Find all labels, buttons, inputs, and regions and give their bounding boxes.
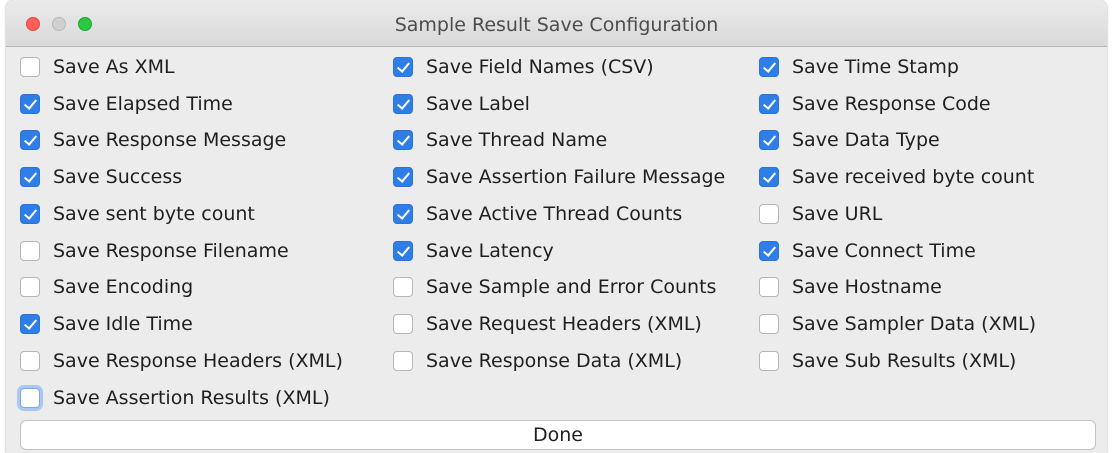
option-label: Save Assertion Failure Message — [426, 166, 726, 188]
option-label: Save Sub Results (XML) — [792, 350, 1017, 372]
checkbox[interactable] — [393, 130, 413, 150]
option-label: Save Label — [426, 93, 530, 115]
option-save-sub-results-xml[interactable]: Save Sub Results (XML) — [759, 346, 1016, 376]
option-label: Save As XML — [53, 56, 175, 78]
option-save-sampler-data-xml[interactable]: Save Sampler Data (XML) — [759, 309, 1036, 339]
option-label: Save Success — [53, 166, 183, 188]
option-save-sample-and-error-counts[interactable]: Save Sample and Error Counts — [393, 272, 716, 302]
option-save-thread-name[interactable]: Save Thread Name — [393, 125, 607, 155]
checkbox[interactable] — [393, 314, 413, 334]
option-label: Save Request Headers (XML) — [426, 313, 702, 335]
checkbox[interactable] — [20, 314, 40, 334]
checkbox[interactable] — [20, 167, 40, 187]
option-label: Save Encoding — [53, 276, 194, 298]
option-label: Save Sample and Error Counts — [426, 276, 717, 298]
checkbox[interactable] — [20, 388, 40, 408]
checkbox[interactable] — [20, 94, 40, 114]
option-save-response-headers-xml[interactable]: Save Response Headers (XML) — [20, 346, 343, 376]
option-label: Save Connect Time — [792, 240, 976, 262]
option-save-active-thread-counts[interactable]: Save Active Thread Counts — [393, 199, 682, 229]
checkbox[interactable] — [393, 57, 413, 77]
option-save-label[interactable]: Save Label — [393, 89, 530, 119]
dialog-window: Sample Result Save Configuration Save As… — [6, 0, 1107, 453]
window-title: Sample Result Save Configuration — [394, 14, 719, 36]
option-save-response-data-xml[interactable]: Save Response Data (XML) — [393, 346, 682, 376]
option-label: Save Assertion Results (XML) — [53, 387, 330, 409]
option-label: Save sent byte count — [53, 203, 255, 225]
option-save-latency[interactable]: Save Latency — [393, 236, 554, 266]
option-label: Save Response Data (XML) — [426, 350, 683, 372]
option-label: Save URL — [792, 203, 883, 225]
option-save-assertion-results-xml[interactable]: Save Assertion Results (XML) — [20, 383, 330, 413]
checkbox[interactable] — [759, 94, 779, 114]
option-save-url[interactable]: Save URL — [759, 199, 882, 229]
option-label: Save received byte count — [792, 166, 1035, 188]
checkbox[interactable] — [759, 204, 779, 224]
checkbox[interactable] — [20, 204, 40, 224]
checkbox[interactable] — [20, 130, 40, 150]
checkbox[interactable] — [393, 351, 413, 371]
option-label: Save Thread Name — [426, 129, 608, 151]
option-save-encoding[interactable]: Save Encoding — [20, 272, 193, 302]
option-save-connect-time[interactable]: Save Connect Time — [759, 236, 976, 266]
option-save-time-stamp[interactable]: Save Time Stamp — [759, 52, 959, 82]
title-bar: Sample Result Save Configuration — [6, 0, 1107, 47]
option-save-as-xml[interactable]: Save As XML — [20, 52, 175, 82]
option-save-data-type[interactable]: Save Data Type — [759, 125, 940, 155]
option-label: Save Elapsed Time — [53, 93, 233, 115]
option-save-response-filename[interactable]: Save Response Filename — [20, 236, 289, 266]
option-label: Save Response Filename — [53, 240, 289, 262]
option-label: Save Sampler Data (XML) — [792, 313, 1036, 335]
checkbox[interactable] — [759, 57, 779, 77]
option-save-assertion-failure-message[interactable]: Save Assertion Failure Message — [393, 162, 725, 192]
option-label: Save Hostname — [792, 276, 942, 298]
option-save-response-message[interactable]: Save Response Message — [20, 125, 286, 155]
checkbox[interactable] — [20, 57, 40, 77]
option-save-received-byte-count[interactable]: Save received byte count — [759, 162, 1034, 192]
option-label: Save Response Code — [792, 93, 991, 115]
option-save-request-headers-xml[interactable]: Save Request Headers (XML) — [393, 309, 702, 339]
checkbox[interactable] — [20, 241, 40, 261]
checkbox[interactable] — [20, 351, 40, 371]
checkbox[interactable] — [759, 277, 779, 297]
checkbox[interactable] — [393, 277, 413, 297]
checkbox[interactable] — [393, 241, 413, 261]
option-label: Save Idle Time — [53, 313, 193, 335]
option-save-success[interactable]: Save Success — [20, 162, 182, 192]
option-label: Save Field Names (CSV) — [426, 56, 654, 78]
checkbox[interactable] — [759, 314, 779, 334]
checkbox[interactable] — [393, 204, 413, 224]
checkbox[interactable] — [759, 351, 779, 371]
option-save-elapsed-time[interactable]: Save Elapsed Time — [20, 89, 233, 119]
option-label: Save Time Stamp — [792, 56, 959, 78]
option-label: Save Response Message — [53, 129, 287, 151]
option-save-hostname[interactable]: Save Hostname — [759, 272, 942, 302]
checkbox[interactable] — [393, 167, 413, 187]
option-save-sent-byte-count[interactable]: Save sent byte count — [20, 199, 255, 229]
option-label: Save Response Headers (XML) — [53, 350, 343, 372]
option-save-response-code[interactable]: Save Response Code — [759, 89, 991, 119]
checkbox[interactable] — [759, 167, 779, 187]
checkbox[interactable] — [393, 94, 413, 114]
option-save-field-names-csv[interactable]: Save Field Names (CSV) — [393, 52, 654, 82]
option-save-idle-time[interactable]: Save Idle Time — [20, 309, 193, 339]
checkbox[interactable] — [20, 277, 40, 297]
done-button[interactable]: Done — [20, 420, 1096, 450]
checkbox[interactable] — [759, 241, 779, 261]
option-label: Save Active Thread Counts — [426, 203, 683, 225]
option-label: Save Data Type — [792, 129, 940, 151]
option-label: Save Latency — [426, 240, 554, 262]
checkbox[interactable] — [759, 130, 779, 150]
